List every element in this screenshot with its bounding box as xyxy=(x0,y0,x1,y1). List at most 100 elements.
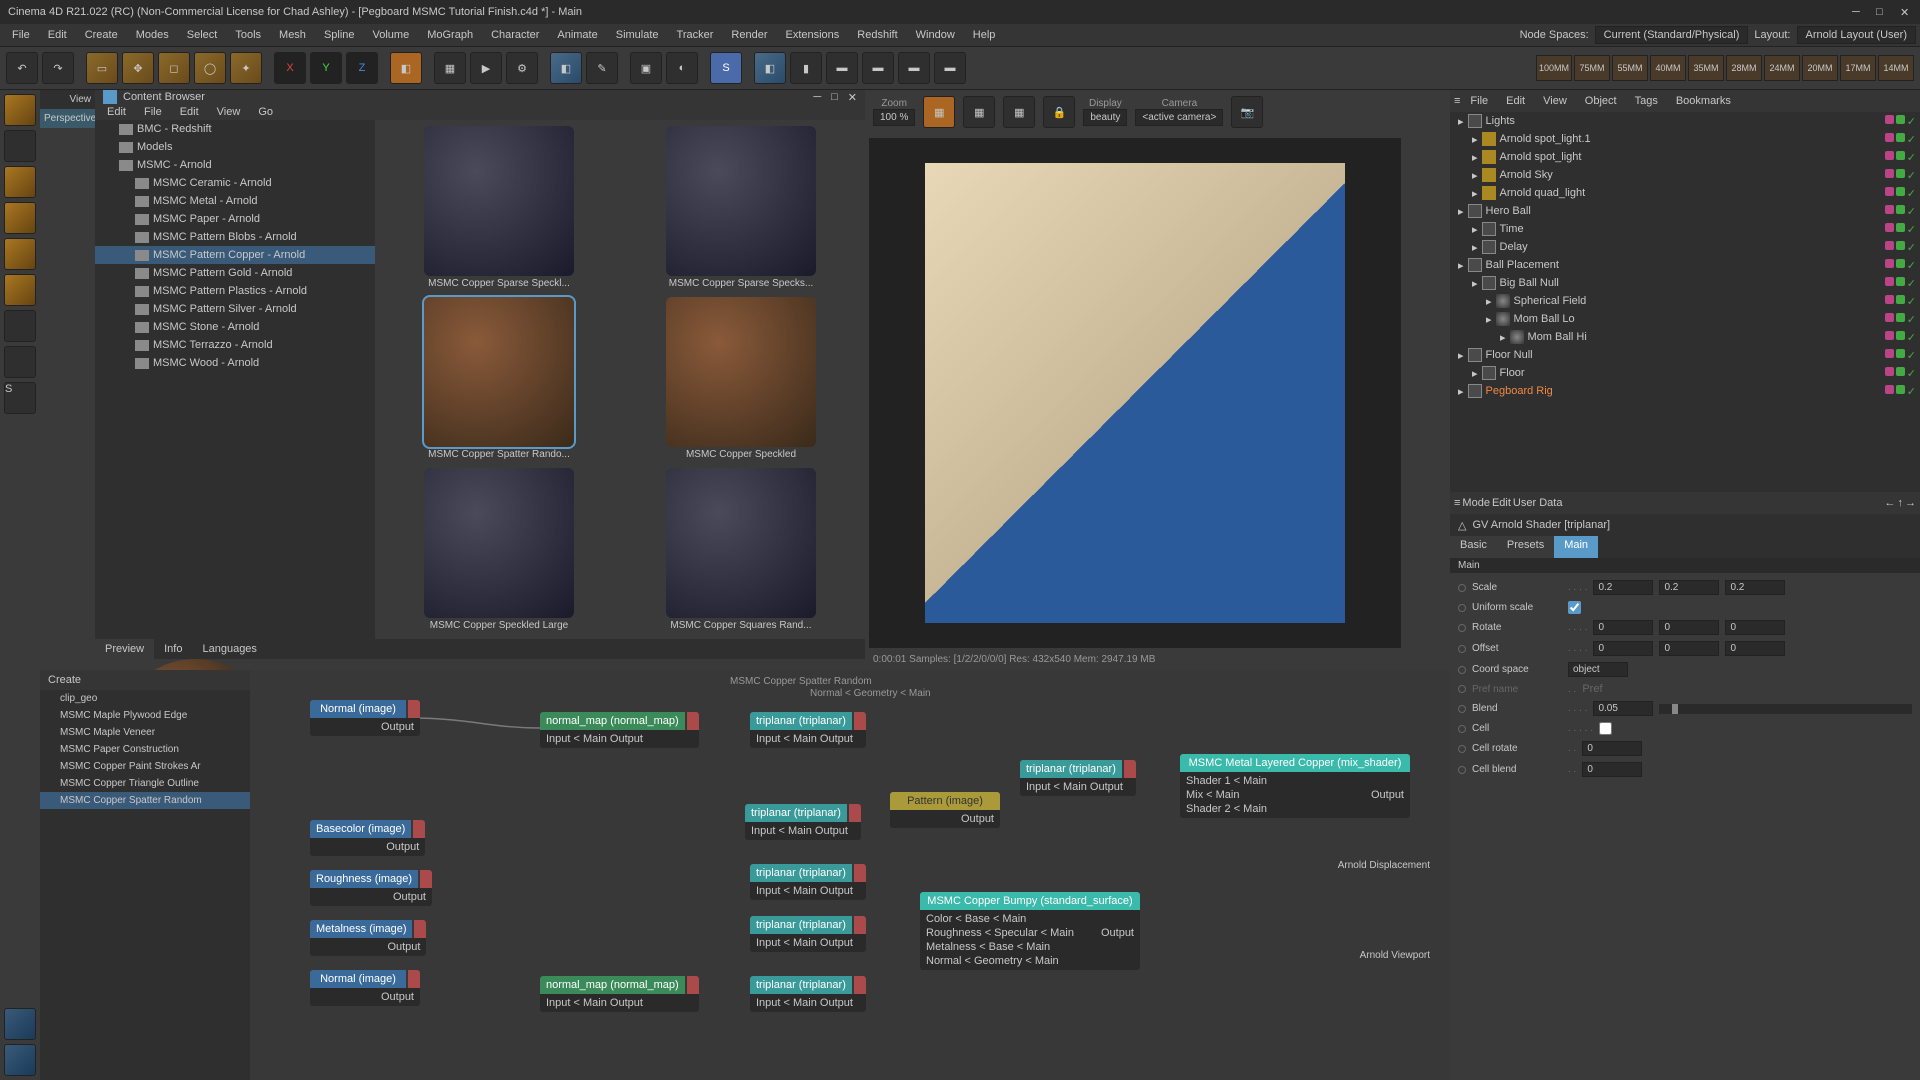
render-dot[interactable] xyxy=(1896,223,1905,232)
redo-button[interactable]: ↷ xyxy=(42,52,74,84)
cb-maximize-icon[interactable]: □ xyxy=(831,91,838,103)
material-list-item[interactable]: MSMC Copper Spatter Random xyxy=(40,792,250,809)
node-pattern[interactable]: Pattern (image)Output xyxy=(890,792,1000,828)
node-roughness[interactable]: Roughness (image)Output xyxy=(310,870,432,906)
model-mode-button[interactable] xyxy=(4,94,36,126)
cellrot-input[interactable] xyxy=(1582,741,1642,756)
tab-presets[interactable]: Presets xyxy=(1497,536,1554,558)
visibility-dot[interactable] xyxy=(1885,295,1894,304)
render-dot[interactable] xyxy=(1896,331,1905,340)
viewport-filter-button[interactable] xyxy=(4,1044,36,1076)
tab-main[interactable]: Main xyxy=(1554,536,1598,558)
cb-minimize-icon[interactable]: ─ xyxy=(813,91,821,103)
rotate-z-input[interactable] xyxy=(1725,620,1785,635)
viewport-solo-button[interactable] xyxy=(4,1008,36,1040)
y-axis-button[interactable]: Y xyxy=(310,52,342,84)
expand-icon[interactable]: ▸ xyxy=(1472,241,1478,254)
menu-file[interactable]: File xyxy=(4,27,38,43)
node-basecolor[interactable]: Basecolor (image)Output xyxy=(310,820,425,856)
node-mix-shader[interactable]: MSMC Metal Layered Copper (mix_shader)Sh… xyxy=(1180,754,1410,818)
visibility-dot[interactable] xyxy=(1885,241,1894,250)
om-bookmarks[interactable]: Bookmarks xyxy=(1668,93,1739,109)
object-row[interactable]: ▸Arnold spot_light.1✓ xyxy=(1450,130,1920,148)
node-triplanar-5[interactable]: triplanar (triplanar)Input < Main Output xyxy=(750,916,866,952)
material-thumbnail[interactable]: MSMC Copper Spatter Rando... xyxy=(381,297,617,462)
render-dot[interactable] xyxy=(1896,295,1905,304)
material-list-item[interactable]: MSMC Maple Plywood Edge xyxy=(40,707,250,724)
menu-window[interactable]: Window xyxy=(908,27,963,43)
checkmark-icon[interactable]: ✓ xyxy=(1907,187,1916,200)
object-row[interactable]: ▸Lights✓ xyxy=(1450,112,1920,130)
lens-17[interactable]: 17MM xyxy=(1840,55,1876,81)
object-row[interactable]: ▸Arnold Sky✓ xyxy=(1450,166,1920,184)
visibility-dot[interactable] xyxy=(1885,313,1894,322)
expand-icon[interactable]: ▸ xyxy=(1472,169,1478,182)
rotate-x-input[interactable] xyxy=(1593,620,1653,635)
render-grid-button[interactable]: ▦ xyxy=(963,96,995,128)
blend-input[interactable] xyxy=(1593,701,1653,716)
tree-item[interactable]: MSMC Wood - Arnold xyxy=(95,354,375,372)
node-triplanar-1[interactable]: triplanar (triplanar)Input < Main Output xyxy=(750,712,866,748)
tree-item[interactable]: MSMC - Arnold xyxy=(95,156,375,174)
arnold-sky-button[interactable]: ▬ xyxy=(862,52,894,84)
visibility-dot[interactable] xyxy=(1885,205,1894,214)
node-editor[interactable]: Create clip_geoMSMC Maple Plywood EdgeMS… xyxy=(40,670,1450,1080)
object-row[interactable]: ▸Hero Ball✓ xyxy=(1450,202,1920,220)
node-triplanar-2[interactable]: triplanar (triplanar)Input < Main Output xyxy=(745,804,861,840)
checkmark-icon[interactable]: ✓ xyxy=(1907,115,1916,128)
menu-character[interactable]: Character xyxy=(483,27,547,43)
material-list-item[interactable]: clip_geo xyxy=(40,690,250,707)
lens-20[interactable]: 20MM xyxy=(1802,55,1838,81)
tweak-mode-button[interactable] xyxy=(4,346,36,378)
menu-redshift[interactable]: Redshift xyxy=(849,27,905,43)
tab-languages[interactable]: Languages xyxy=(192,639,266,659)
arnold-cube-button[interactable]: ◧ xyxy=(754,52,786,84)
tree-item[interactable]: MSMC Pattern Copper - Arnold xyxy=(95,246,375,264)
object-row[interactable]: ▸Mom Ball Hi✓ xyxy=(1450,328,1920,346)
lens-75[interactable]: 75MM xyxy=(1574,55,1610,81)
object-row[interactable]: ▸Floor Null✓ xyxy=(1450,346,1920,364)
menu-render[interactable]: Render xyxy=(723,27,775,43)
checkmark-icon[interactable]: ✓ xyxy=(1907,151,1916,164)
render-dot[interactable] xyxy=(1896,367,1905,376)
offset-y-input[interactable] xyxy=(1659,641,1719,656)
material-list-item[interactable]: MSMC Paper Construction xyxy=(40,741,250,758)
tree-item[interactable]: MSMC Ceramic - Arnold xyxy=(95,174,375,192)
checkmark-icon[interactable]: ✓ xyxy=(1907,277,1916,290)
material-list-item[interactable]: MSMC Copper Paint Strokes Ar xyxy=(40,758,250,775)
nav-fwd-icon[interactable]: → xyxy=(1905,497,1916,509)
camera-select[interactable]: <active camera> xyxy=(1135,109,1223,126)
node-normal-map-1[interactable]: normal_map (normal_map)Input < Main Outp… xyxy=(540,712,699,748)
menu-tools[interactable]: Tools xyxy=(227,27,269,43)
content-browser-grid[interactable]: MSMC Copper Sparse Speckl...MSMC Copper … xyxy=(375,120,865,639)
render-settings-button[interactable]: ⚙ xyxy=(506,52,538,84)
tree-item[interactable]: MSMC Pattern Blobs - Arnold xyxy=(95,228,375,246)
expand-icon[interactable]: ▸ xyxy=(1458,385,1464,398)
render-channel-button[interactable]: ▦ xyxy=(923,96,955,128)
coord-select[interactable] xyxy=(1568,662,1628,677)
z-axis-button[interactable]: Z xyxy=(346,52,378,84)
visibility-dot[interactable] xyxy=(1885,133,1894,142)
material-thumbnail[interactable]: MSMC Copper Sparse Specks... xyxy=(623,126,859,291)
checkmark-icon[interactable]: ✓ xyxy=(1907,313,1916,326)
cb-menu-edit1[interactable]: Edit xyxy=(99,104,134,120)
hamburger-icon[interactable]: ≡ xyxy=(1454,497,1460,509)
checkmark-icon[interactable]: ✓ xyxy=(1907,349,1916,362)
render-button[interactable]: ▶ xyxy=(470,52,502,84)
coord-button[interactable]: ◧ xyxy=(390,52,422,84)
offset-x-input[interactable] xyxy=(1593,641,1653,656)
object-row[interactable]: ▸Time✓ xyxy=(1450,220,1920,238)
menu-mesh[interactable]: Mesh xyxy=(271,27,314,43)
am-mode[interactable]: Mode xyxy=(1462,497,1490,509)
object-row[interactable]: ▸Mom Ball Lo✓ xyxy=(1450,310,1920,328)
layout-select[interactable]: Arnold Layout (User) xyxy=(1797,26,1917,44)
visibility-dot[interactable] xyxy=(1885,151,1894,160)
menu-simulate[interactable]: Simulate xyxy=(608,27,667,43)
nav-up-icon[interactable]: ↑ xyxy=(1898,497,1904,509)
arnold-light-button[interactable]: ▮ xyxy=(790,52,822,84)
om-file[interactable]: File xyxy=(1462,93,1496,109)
tree-item[interactable]: MSMC Pattern Silver - Arnold xyxy=(95,300,375,318)
node-triplanar-6[interactable]: triplanar (triplanar)Input < Main Output xyxy=(750,976,866,1012)
material-thumbnail[interactable]: MSMC Copper Speckled Large xyxy=(381,468,617,633)
lens-100[interactable]: 100MM xyxy=(1536,55,1572,81)
